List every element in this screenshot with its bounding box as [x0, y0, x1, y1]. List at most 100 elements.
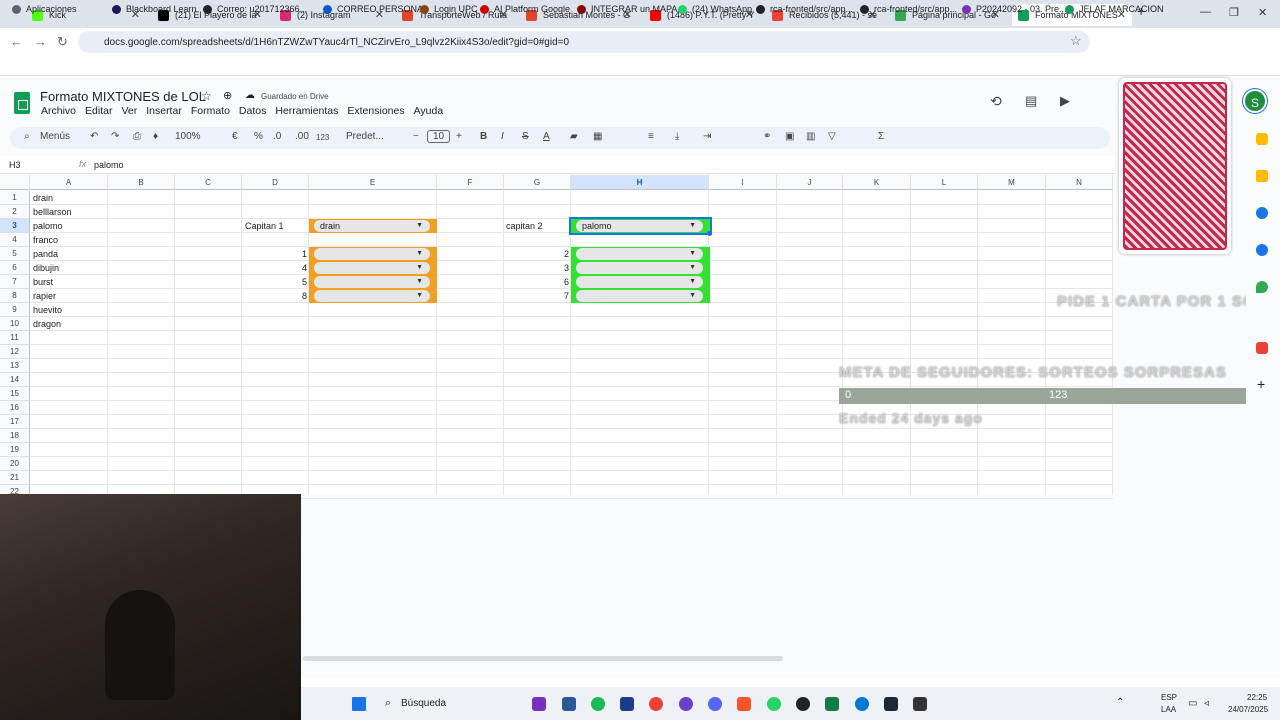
print-icon[interactable]: ⎙	[133, 131, 141, 142]
menu-item[interactable]: Herramientas	[275, 105, 338, 117]
chrome-icon[interactable]	[649, 697, 663, 711]
paint-format-icon[interactable]: ♦	[153, 131, 158, 142]
clock-time[interactable]: 22:25	[1247, 693, 1267, 702]
spreadsheet-grid[interactable]	[0, 175, 1113, 495]
row-header[interactable]: 20	[0, 457, 30, 471]
cell-name[interactable]: palomo	[33, 219, 63, 233]
bookmark-item[interactable]: (24) WhatsApp	[678, 4, 752, 14]
ide-icon[interactable]	[620, 697, 634, 711]
pick-number[interactable]: 4	[277, 261, 307, 275]
cell-name[interactable]: burst	[33, 275, 53, 289]
pick-dropdown[interactable]: ▼	[314, 290, 430, 302]
fill-handle[interactable]	[707, 231, 712, 236]
pick-dropdown[interactable]: ▼	[576, 262, 703, 274]
bookmark-item[interactable]: Blackboard Learn	[112, 4, 197, 14]
redo-icon[interactable]: ↷	[111, 131, 119, 142]
row-header[interactable]: 10	[0, 317, 30, 331]
menus-search[interactable]: Menús	[40, 131, 70, 142]
lang-top[interactable]: ESP	[1161, 693, 1177, 702]
pick-dropdown[interactable]: ▼	[314, 262, 430, 274]
minimize-icon[interactable]: —	[1200, 6, 1211, 18]
add-addon-icon[interactable]: +	[1257, 376, 1265, 392]
row-header[interactable]: 14	[0, 373, 30, 387]
brave-icon[interactable]	[737, 697, 751, 711]
whatsapp-icon[interactable]	[767, 697, 781, 711]
undo-icon[interactable]: ↶	[90, 131, 98, 142]
corner-select[interactable]	[0, 175, 30, 190]
edge-icon[interactable]	[855, 697, 869, 711]
column-header[interactable]: H	[571, 175, 709, 190]
strikethrough-button[interactable]: S	[522, 131, 529, 142]
addon-icon[interactable]	[1256, 342, 1268, 354]
bookmark-item[interactable]: P20242092 - 03. Pre...	[962, 4, 1067, 14]
bookmark-item[interactable]: Correo: u201712366...	[203, 4, 307, 14]
discord-icon[interactable]	[708, 697, 722, 711]
name-box[interactable]: H3	[9, 160, 21, 170]
row-header[interactable]: 11	[0, 331, 30, 345]
app-icon-2[interactable]	[796, 697, 810, 711]
column-header[interactable]: K	[843, 175, 911, 190]
row-header[interactable]: 9	[0, 303, 30, 317]
row-header[interactable]: 8	[0, 289, 30, 303]
github-icon[interactable]	[679, 697, 693, 711]
windows-start-icon[interactable]	[352, 697, 366, 711]
functions-button[interactable]: Σ	[878, 131, 884, 142]
pick-number[interactable]: 5	[277, 275, 307, 289]
cell-name[interactable]: huevito	[33, 303, 62, 317]
row-header[interactable]: 21	[0, 471, 30, 485]
column-header[interactable]: D	[242, 175, 309, 190]
fill-color-icon[interactable]: ▰	[570, 131, 578, 142]
star-icon[interactable]: ☆	[201, 89, 212, 103]
contacts-icon[interactable]	[1256, 244, 1268, 256]
insert-comment-icon[interactable]: ▣	[785, 131, 794, 142]
font-size-input[interactable]: 10	[427, 130, 451, 143]
column-header[interactable]: N	[1046, 175, 1113, 190]
cell-name[interactable]: panda	[33, 247, 58, 261]
zoom-select[interactable]: 100%	[175, 131, 201, 142]
menu-item[interactable]: Ver	[121, 105, 137, 117]
column-header[interactable]: M	[978, 175, 1046, 190]
url-field[interactable]: docs.google.com/spreadsheets/d/1H6nTZWZw…	[78, 31, 1090, 53]
number-format-button[interactable]: 123	[316, 133, 329, 142]
link-icon[interactable]: ⚭	[763, 131, 771, 142]
pick-dropdown[interactable]: ▼	[314, 248, 430, 260]
formula-input[interactable]: palomo	[94, 160, 124, 170]
row-header[interactable]: 6	[0, 261, 30, 275]
bookmark-item[interactable]: CORREO PERSONAL	[323, 4, 428, 14]
cap2-label[interactable]: capitan 2	[506, 219, 543, 233]
network-icon[interactable]: ▭	[1188, 698, 1197, 709]
font-size-minus[interactable]: −	[413, 131, 419, 142]
column-header[interactable]: G	[504, 175, 571, 190]
doc-title[interactable]: Formato MIXTONES de LOL	[40, 89, 206, 104]
app-icon-1[interactable]	[532, 697, 546, 711]
column-header[interactable]: A	[30, 175, 108, 190]
cap2-dropdown[interactable]: palomo ▼	[576, 220, 703, 232]
row-header[interactable]: 19	[0, 443, 30, 457]
menu-item[interactable]: Extensiones	[347, 105, 404, 117]
bookmark-item[interactable]: AI Platform Google	[480, 4, 570, 14]
font-select[interactable]: Predet...	[346, 131, 384, 142]
cell-name[interactable]: belllarson	[33, 205, 72, 219]
text-color-button[interactable]: A	[543, 131, 550, 142]
row-header[interactable]: 15	[0, 387, 30, 401]
keep-icon[interactable]	[1256, 170, 1268, 182]
font-size-plus[interactable]: +	[456, 131, 462, 142]
sheets-logo[interactable]	[14, 92, 30, 114]
borders-icon[interactable]: ▦	[593, 131, 602, 142]
avatar[interactable]: S	[1243, 89, 1267, 113]
bookmark-item[interactable]: Login UPC	[420, 4, 478, 14]
maps-icon[interactable]	[1256, 281, 1268, 293]
cell-name[interactable]: dibujin	[33, 261, 59, 275]
menu-item[interactable]: Insertar	[146, 105, 182, 117]
column-header[interactable]: F	[437, 175, 504, 190]
cell-name[interactable]: franco	[33, 233, 58, 247]
bookmark-item[interactable]: JELAF MARCACION	[1065, 4, 1164, 14]
decrease-decimal-button[interactable]: .0	[273, 131, 281, 142]
align-icon[interactable]: ≡	[648, 131, 654, 142]
pick-number[interactable]: 2	[539, 247, 569, 261]
row-header[interactable]: 16	[0, 401, 30, 415]
menu-item[interactable]: Ayuda	[414, 105, 444, 117]
column-header[interactable]: L	[911, 175, 978, 190]
meet-icon[interactable]: ▶	[1060, 93, 1070, 109]
pick-number[interactable]: 6	[539, 275, 569, 289]
